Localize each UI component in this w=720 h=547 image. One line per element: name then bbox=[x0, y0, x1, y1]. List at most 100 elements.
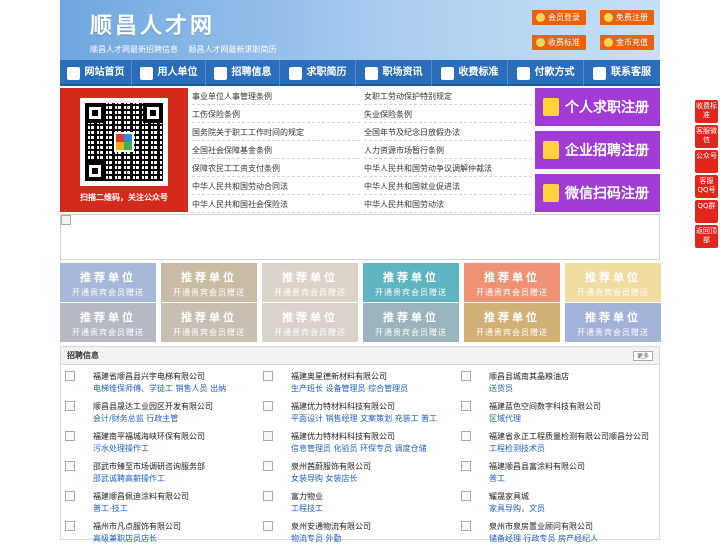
sidebar-pricing-button[interactable]: 收费标准 bbox=[695, 100, 718, 123]
company-name-link[interactable]: 富力物业 bbox=[291, 491, 323, 502]
recommended-employer-tile[interactable]: 推荐单位 开通贵宾会员赠送 bbox=[565, 303, 661, 342]
nav-jobs[interactable]: 招聘信息 bbox=[206, 60, 280, 86]
company-logo-icon[interactable] bbox=[263, 461, 273, 471]
company-name-link[interactable]: 耀晟家具城 bbox=[489, 491, 529, 502]
nav-contact[interactable]: 联系客服 bbox=[584, 60, 660, 86]
recommended-employer-tile[interactable]: 推荐单位 开通贵宾会员赠送 bbox=[565, 263, 661, 302]
member-login-button[interactable]: 会员登录 bbox=[532, 10, 586, 25]
sidebar-service-wechat-button[interactable]: 客服微信 bbox=[695, 125, 718, 148]
law-link[interactable]: 中华人民共和国劳动合同法 bbox=[192, 178, 360, 195]
job-positions-link[interactable]: 会计/财务总监 行政主管 bbox=[93, 413, 178, 424]
job-positions-link[interactable]: 区域代理 bbox=[489, 413, 521, 424]
company-name-link[interactable]: 顺昌县晟达工业园区开发有限公司 bbox=[93, 401, 213, 412]
law-link[interactable]: 保障农民工工资支付条例 bbox=[192, 160, 360, 177]
company-logo-icon[interactable] bbox=[65, 521, 75, 531]
pricing-button[interactable]: 收费标准 bbox=[532, 35, 586, 50]
company-name-link[interactable]: 泉州茜蔚服饰有限公司 bbox=[291, 461, 371, 472]
nav-resumes[interactable]: 求职简历 bbox=[280, 60, 356, 86]
recommended-employer-tile[interactable]: 推荐单位 开通贵宾会员赠送 bbox=[161, 303, 257, 342]
law-link[interactable]: 中华人民共和国劳动争议调解仲裁法 bbox=[364, 160, 532, 177]
company-logo-icon[interactable] bbox=[65, 371, 75, 381]
job-positions-link[interactable]: 工程技工 bbox=[291, 503, 323, 514]
latest-jobs-link[interactable]: 顺昌人才网最新招聘信息 bbox=[90, 45, 178, 54]
company-logo-icon[interactable] bbox=[263, 431, 273, 441]
job-positions-link[interactable]: 高级兼职店员店长 bbox=[93, 533, 157, 544]
nav-pricing[interactable]: 收费标准 bbox=[432, 60, 508, 86]
law-link[interactable]: 全国年节及纪念日放假办法 bbox=[364, 124, 532, 141]
sidebar-qq-group-button[interactable]: QQ群 bbox=[695, 200, 718, 223]
company-name-link[interactable]: 福建省顺昌县兴宇电梯有限公司 bbox=[93, 371, 205, 382]
job-positions-link[interactable]: 普工 bbox=[489, 473, 505, 484]
company-register-button[interactable]: 企业招聘注册 bbox=[535, 131, 660, 169]
sidebar-official-account-button[interactable]: 公众号 bbox=[695, 150, 718, 173]
personal-register-button[interactable]: 个人求职注册 bbox=[535, 88, 660, 126]
company-name-link[interactable]: 顺昌县城南其晶粮油店 bbox=[489, 371, 569, 382]
company-name-link[interactable]: 福州市凡点服饰有限公司 bbox=[93, 521, 181, 532]
recommended-employer-tile[interactable]: 推荐单位 开通贵宾会员赠送 bbox=[363, 263, 459, 302]
law-link[interactable]: 工伤保险条例 bbox=[192, 106, 360, 123]
sidebar-back-to-top-button[interactable]: 返回顶部 bbox=[695, 225, 718, 248]
nav-home[interactable]: 网站首页 bbox=[60, 60, 132, 86]
recommended-employer-tile[interactable]: 推荐单位 开通贵宾会员赠送 bbox=[464, 303, 560, 342]
law-link[interactable]: 国务院关于职工工作时间的规定 bbox=[192, 124, 360, 141]
company-name-link[interactable]: 福建奥星德新材料有限公司 bbox=[291, 371, 387, 382]
job-positions-link[interactable]: 工程检测技术员 bbox=[489, 443, 545, 454]
sidebar-service-qq-button[interactable]: 客服QQ号 bbox=[695, 175, 718, 198]
company-logo-icon[interactable] bbox=[263, 491, 273, 501]
job-positions-link[interactable]: 家具导购，文员 bbox=[489, 503, 545, 514]
company-name-link[interactable]: 福建蓝色空间数字科技有限公司 bbox=[489, 401, 601, 412]
job-positions-link[interactable]: 平面设计 销售经理 文案策划 充装工 普工 bbox=[291, 413, 437, 424]
company-logo-icon[interactable] bbox=[263, 401, 273, 411]
job-positions-link[interactable]: 送货员 bbox=[489, 383, 513, 394]
recommended-employer-tile[interactable]: 推荐单位 开通贵宾会员赠送 bbox=[262, 303, 358, 342]
ad-banner[interactable] bbox=[60, 214, 660, 260]
recommended-employer-tile[interactable]: 推荐单位 开通贵宾会员赠送 bbox=[464, 263, 560, 302]
company-name-link[interactable]: 福建优力特材料科技有限公司 bbox=[291, 431, 395, 442]
free-register-button[interactable]: 免费注册 bbox=[600, 10, 654, 25]
company-logo-icon[interactable] bbox=[263, 521, 273, 531]
recommended-employer-tile[interactable]: 推荐单位 开通贵宾会员赠送 bbox=[161, 263, 257, 302]
law-link[interactable]: 中华人民共和国就业促进法 bbox=[364, 178, 532, 195]
company-name-link[interactable]: 邵武市臻至市场调研咨询服务部 bbox=[93, 461, 205, 472]
company-name-link[interactable]: 福建顺昌佩迪涂料有限公司 bbox=[93, 491, 189, 502]
company-logo-icon[interactable] bbox=[461, 461, 471, 471]
company-logo-icon[interactable] bbox=[461, 521, 471, 531]
wechat-register-button[interactable]: 微信扫码注册 bbox=[535, 174, 660, 212]
job-positions-link[interactable]: 电梯维保师傅、学徒工 销售人员 出纳 bbox=[93, 383, 226, 394]
company-name-link[interactable]: 泉州安通物流有限公司 bbox=[291, 521, 371, 532]
law-link[interactable]: 事业单位人事管理条例 bbox=[192, 88, 360, 105]
job-positions-link[interactable]: 物流专员 外勤 bbox=[291, 533, 342, 544]
recommended-employer-tile[interactable]: 推荐单位 开通贵宾会员赠送 bbox=[363, 303, 459, 342]
job-positions-link[interactable]: 女装导购 女装店长 bbox=[291, 473, 358, 484]
job-positions-link[interactable]: 普工-技工 bbox=[93, 503, 128, 514]
company-logo-icon[interactable] bbox=[65, 461, 75, 471]
company-logo-icon[interactable] bbox=[65, 401, 75, 411]
job-positions-link[interactable]: 邵武诚聘高薪操作工 bbox=[93, 473, 165, 484]
company-name-link[interactable]: 泉州市泉房置业顾问有限公司 bbox=[489, 521, 593, 532]
job-positions-link[interactable]: 污水处理操作工 bbox=[93, 443, 149, 454]
nav-employers[interactable]: 用人单位 bbox=[132, 60, 206, 86]
company-logo-icon[interactable] bbox=[65, 491, 75, 501]
company-name-link[interactable]: 福建优力特材料科技有限公司 bbox=[291, 401, 395, 412]
more-jobs-button[interactable]: 更多 bbox=[632, 351, 653, 361]
recommended-employer-tile[interactable]: 推荐单位 开通贵宾会员赠送 bbox=[262, 263, 358, 302]
company-logo-icon[interactable] bbox=[65, 431, 75, 441]
law-link[interactable]: 女职工劳动保护特别规定 bbox=[364, 88, 532, 105]
latest-resumes-link[interactable]: 顺昌人才网最新求职简历 bbox=[189, 45, 277, 54]
company-logo-icon[interactable] bbox=[461, 491, 471, 501]
company-name-link[interactable]: 福建顺昌县富涂料有限公司 bbox=[489, 461, 585, 472]
law-link[interactable]: 中华人民共和国社会保险法 bbox=[192, 196, 360, 213]
company-name-link[interactable]: 福建南平福城海峡环保有限公司 bbox=[93, 431, 205, 442]
company-logo-icon[interactable] bbox=[461, 431, 471, 441]
nav-payment[interactable]: 付款方式 bbox=[508, 60, 584, 86]
law-link[interactable]: 失业保险条例 bbox=[364, 106, 532, 123]
coin-recharge-button[interactable]: 金币充值 bbox=[600, 35, 654, 50]
job-positions-link[interactable]: 信息管理员 化验员 环保专员 调度仓储 bbox=[291, 443, 427, 454]
law-link[interactable]: 全国社会保障基金条例 bbox=[192, 142, 360, 159]
company-name-link[interactable]: 福建省永正工程质量检测有限公司顺昌分公司 bbox=[489, 431, 649, 442]
site-logo-title[interactable]: 顺昌人才网 bbox=[90, 8, 215, 40]
law-link[interactable]: 中华人民共和国劳动法 bbox=[364, 196, 532, 213]
recommended-employer-tile[interactable]: 推荐单位 开通贵宾会员赠送 bbox=[60, 303, 156, 342]
law-link[interactable]: 人力资源市场暂行条例 bbox=[364, 142, 532, 159]
recommended-employer-tile[interactable]: 推荐单位 开通贵宾会员赠送 bbox=[60, 263, 156, 302]
